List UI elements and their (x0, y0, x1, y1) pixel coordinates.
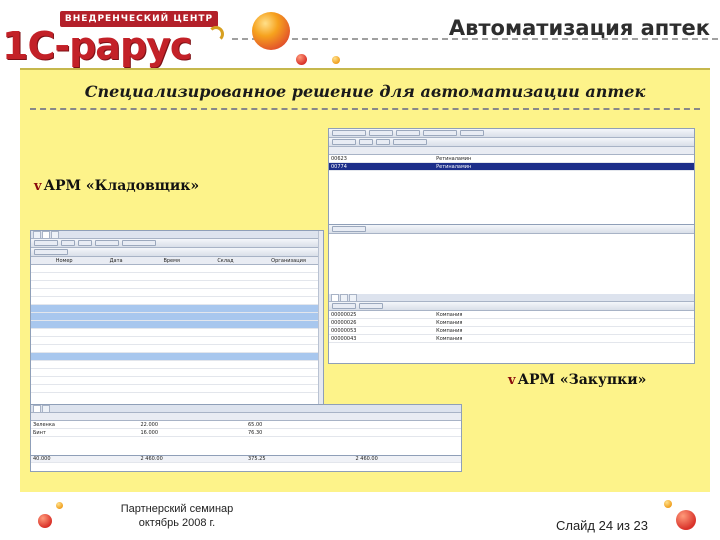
window-toolbar (329, 138, 694, 147)
logo-swoosh-icon (208, 26, 224, 42)
bullet-purchases: v АРМ «Закупки» (508, 372, 647, 388)
red-ball-icon (296, 54, 307, 65)
window-tabs (31, 231, 323, 239)
toolbar-button (332, 303, 356, 309)
toolbar-button (34, 240, 58, 246)
toolbar-button (423, 130, 457, 136)
slide-counter: Слайд 24 из 23 (555, 518, 648, 533)
table-row (31, 273, 323, 281)
toolbar-button (396, 130, 420, 136)
table-row: 00623 Ретиналамин (329, 155, 694, 163)
table-row (31, 377, 323, 385)
toolbar-button (376, 139, 390, 145)
toolbar-button (393, 139, 427, 145)
logo-wordmark: 1С-рарус (2, 24, 192, 68)
table-row: 00000043 Компания (329, 335, 694, 343)
window-filter-bar (31, 248, 323, 257)
window-toolbar (329, 129, 694, 138)
table-row (31, 305, 323, 313)
table-row (31, 361, 323, 369)
table-header (329, 147, 694, 155)
table-row (31, 313, 323, 321)
screenshot-catalog-window: 00623 Ретиналамин 00774 Ретиналамин (328, 128, 695, 226)
window-tabs (329, 294, 694, 302)
toolbar-button (78, 240, 92, 246)
toolbar-button (332, 139, 356, 145)
window-toolbar (329, 302, 694, 311)
window-toolbar (31, 239, 323, 248)
footer-event: Партнерский семинар октябрь 2008 г. (120, 503, 234, 529)
table-row (31, 353, 323, 361)
table-row: Зеленка 22.000 65.00 (31, 421, 461, 429)
yellow-ball-icon (332, 56, 340, 64)
window-tabs (31, 405, 461, 413)
toolbar-button (460, 130, 484, 136)
table-row (31, 297, 323, 305)
table-totals-row: 40.000 2 460.00 375.25 2 460.00 (31, 455, 461, 463)
table-row (31, 329, 323, 337)
screenshot-goods-window: Зеленка 22.000 65.00 Бинт 16.000 76.30 4… (30, 404, 462, 472)
bullet-marker-icon: v (508, 373, 516, 388)
slide-subtitle: Специализированное решение для автоматиз… (84, 82, 646, 101)
company-logo: ВНЕДРЕНЧЕСКИЙ ЦЕНТР 1С-рарус (2, 6, 224, 68)
table-row: 00000025 Компания (329, 311, 694, 319)
table-row (31, 321, 323, 329)
yellow-ball-icon (664, 500, 672, 508)
toolbar-button (122, 240, 156, 246)
screenshot-price-window: 00000025 Компания 00000026 Компания 0000… (328, 224, 695, 364)
table-row: Бинт 16.000 76.30 (31, 429, 461, 437)
table-row-selected: 00774 Ретиналамин (329, 163, 694, 171)
toolbar-button (61, 240, 75, 246)
toolbar-button (369, 130, 393, 136)
bullet-marker-icon: v (34, 179, 42, 194)
toolbar-button (332, 226, 366, 232)
bullet-storekeeper: v АРМ «Кладовщик» (34, 178, 200, 194)
slide-title: Автоматизация аптек (448, 16, 710, 40)
filter-field (34, 249, 68, 255)
table-row (31, 289, 323, 297)
toolbar-button (359, 303, 383, 309)
table-row (31, 337, 323, 345)
table-row (31, 369, 323, 377)
table-header: Номер Дата Время Склад Организация (31, 257, 323, 265)
window-toolbar (329, 225, 694, 234)
table-row: 00000053 Компания (329, 327, 694, 335)
table-row: 00000026 Компания (329, 319, 694, 327)
table-row (31, 385, 323, 393)
subtitle-divider (30, 108, 700, 110)
red-ball-icon (676, 510, 696, 530)
toolbar-button (359, 139, 373, 145)
red-ball-icon (38, 514, 52, 528)
toolbar-button (95, 240, 119, 246)
documents-table-body (31, 265, 323, 393)
orange-ball-icon (252, 12, 290, 50)
table-header (31, 413, 461, 421)
slide-content: Специализированное решение для автоматиз… (20, 68, 710, 492)
toolbar-button (332, 130, 366, 136)
yellow-ball-icon (56, 502, 63, 509)
table-row (31, 281, 323, 289)
table-row (31, 345, 323, 353)
table-row (31, 265, 323, 273)
